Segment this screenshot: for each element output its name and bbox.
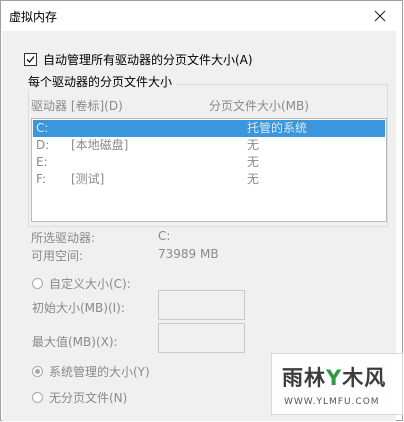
watermark-url: WWW.YLMFU.COM bbox=[284, 397, 380, 407]
drive-row-d[interactable]: D: [本地磁盘] 无 bbox=[33, 137, 385, 154]
drive-volume-label: [本地磁盘] bbox=[71, 138, 129, 152]
drive-paging-size: 无 bbox=[247, 138, 260, 152]
no-paging-option[interactable]: 无分页文件(N) bbox=[32, 389, 127, 406]
drive-row-f[interactable]: F: [测试] 无 bbox=[33, 171, 385, 188]
paging-file-group-title: 每个驱动器的分页文件大小 bbox=[28, 73, 177, 90]
auto-manage-checkbox[interactable] bbox=[24, 53, 37, 66]
free-space-value: 73989 MB bbox=[158, 247, 219, 261]
drive-row-e[interactable]: E: 无 bbox=[33, 154, 385, 171]
drive-paging-size: 无 bbox=[247, 172, 260, 186]
drive-volume-label: [测试] bbox=[71, 172, 105, 186]
custom-size-radio[interactable] bbox=[32, 278, 43, 289]
max-size-input[interactable] bbox=[158, 323, 245, 353]
auto-manage-checkbox-row[interactable]: 自动管理所有驱动器的分页文件大小(A) bbox=[24, 51, 253, 68]
watermark-logo: 雨林Y木风 WWW.YLMFU.COM bbox=[271, 353, 403, 415]
drive-letter: D: bbox=[36, 138, 50, 152]
close-icon bbox=[374, 10, 386, 22]
watermark-text: 雨林Y木风 bbox=[282, 362, 386, 392]
drive-paging-size: 托管的系统 bbox=[247, 121, 308, 135]
drive-column-header: 驱动器 [卷标](D) bbox=[31, 99, 123, 113]
watermark-part2: 木风 bbox=[342, 366, 387, 390]
custom-size-option[interactable]: 自定义大小(C): bbox=[32, 275, 131, 292]
initial-size-label: 初始大小(MB)(I): bbox=[32, 301, 125, 315]
size-column-header: 分页文件大小(MB) bbox=[209, 99, 309, 113]
no-paging-label: 无分页文件(N) bbox=[49, 391, 128, 405]
checkmark-icon bbox=[26, 56, 35, 63]
free-space-label: 可用空间: bbox=[31, 249, 84, 263]
title-bar[interactable]: 虚拟内存 bbox=[1, 1, 402, 31]
custom-size-label: 自定义大小(C): bbox=[49, 277, 131, 291]
max-size-label: 最大值(MB)(X): bbox=[32, 335, 118, 349]
drive-list[interactable]: C: 托管的系统 D: [本地磁盘] 无 E: 无 F: [测试] 无 bbox=[31, 118, 387, 222]
drive-letter: F: bbox=[36, 172, 47, 186]
drive-letter: E: bbox=[36, 155, 48, 169]
drive-row-c[interactable]: C: 托管的系统 bbox=[33, 120, 385, 137]
auto-manage-label: 自动管理所有驱动器的分页文件大小(A) bbox=[43, 53, 253, 67]
drive-letter: C: bbox=[36, 121, 49, 135]
window-title: 虚拟内存 bbox=[9, 10, 58, 24]
close-button[interactable] bbox=[358, 1, 402, 31]
system-managed-label: 系统管理的大小(Y) bbox=[49, 365, 150, 379]
watermark-part1: 雨林 bbox=[282, 366, 326, 390]
initial-size-input[interactable] bbox=[158, 290, 245, 320]
drive-paging-size: 无 bbox=[247, 155, 260, 169]
watermark-y: Y bbox=[326, 366, 343, 390]
system-managed-radio[interactable] bbox=[32, 366, 43, 377]
system-managed-option[interactable]: 系统管理的大小(Y) bbox=[32, 363, 150, 380]
selected-drive-value: C: bbox=[158, 229, 171, 243]
no-paging-radio[interactable] bbox=[32, 392, 43, 403]
selected-drive-label: 所选驱动器: bbox=[31, 231, 96, 245]
virtual-memory-dialog: 虚拟内存 自动管理所有驱动器的分页文件大小(A) 每个驱动器的分页文件大小 驱动… bbox=[0, 0, 403, 421]
